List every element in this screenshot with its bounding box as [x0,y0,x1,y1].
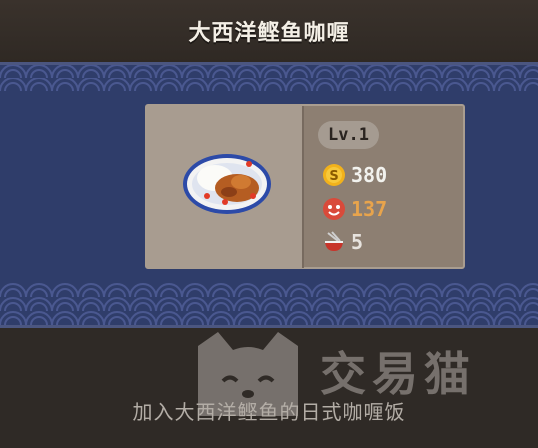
coin-icon: S [323,164,345,186]
title-bar: 大西洋鲣鱼咖喱 [0,0,538,62]
bowl-icon [325,231,343,251]
item-description: 加入大西洋鲣鱼的日式咖喱饭 [132,400,406,424]
page-title: 大西洋鲣鱼咖喱 [188,21,350,46]
svg-text:S: S [329,169,338,184]
watermark-text: 交易猫 [320,347,476,401]
appeal-face-icon [323,198,345,220]
appeal-value: 137 [351,197,388,221]
dish-image-panel [147,106,304,268]
price-value: 380 [351,163,388,187]
appeal-stat: 137 [322,196,387,222]
wave-pattern-top [0,65,538,91]
wave-pattern-bottom [0,283,538,325]
curry-dish-icon [183,154,271,214]
price-stat: S 380 [322,162,387,188]
bowl-stat: 5 [322,229,363,255]
level-badge: Lv.1 [318,121,379,149]
bowl-value: 5 [351,230,364,254]
